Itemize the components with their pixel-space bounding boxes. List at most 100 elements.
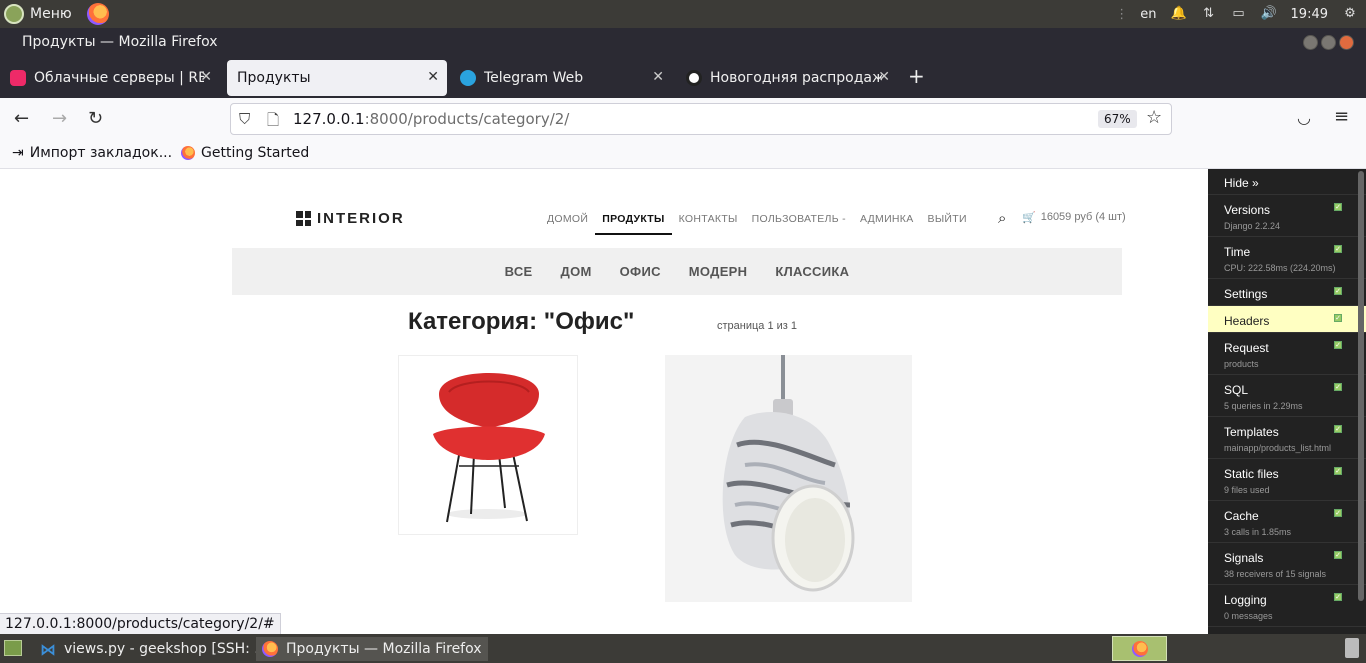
djdt-panel-subtitle: 3 calls in 1.85ms	[1224, 527, 1292, 537]
djdt-panel-title: Cache	[1224, 509, 1259, 523]
minimize-icon[interactable]	[1303, 35, 1318, 50]
category-all[interactable]: ВСЕ	[505, 264, 533, 279]
bookmark-getting-started[interactable]: Getting Started	[181, 145, 309, 161]
ubuntu-logo-icon	[4, 4, 24, 24]
battery-icon[interactable]: ▭	[1231, 7, 1247, 21]
firefox-launcher-icon[interactable]	[87, 3, 109, 25]
bookmarks-toolbar: ⇥ Импорт закладок... Getting Started	[0, 140, 1366, 169]
task-vscode[interactable]: ⋈ views.py - geekshop [SSH: ...	[34, 637, 274, 661]
nav-user[interactable]: ПОЛЬЗОВАТЕЛЬ -	[745, 213, 853, 235]
nav-contacts[interactable]: КОНТАКТЫ	[672, 213, 745, 235]
djdt-panel-title: Templates	[1224, 425, 1279, 439]
djdt-toggle-checkbox[interactable]: ✓	[1334, 287, 1342, 295]
cart-summary[interactable]: 🛒 16059 руб (4 шт)	[1022, 211, 1126, 224]
search-icon[interactable]: ⌕	[998, 209, 1006, 227]
notification-bell-icon[interactable]: 🔔	[1171, 7, 1187, 21]
djdt-panel-headers[interactable]: Headers ✓	[1208, 306, 1366, 333]
djdt-panel-title: Request	[1224, 341, 1269, 355]
product-card-chair[interactable]	[398, 355, 578, 535]
back-arrow-icon[interactable]: ←	[14, 108, 29, 129]
telegram-favicon-icon	[460, 70, 476, 86]
os-menu-button[interactable]: Меню	[4, 3, 72, 25]
djdt-panel-title: SQL	[1224, 383, 1249, 397]
nav-products[interactable]: ПРОДУКТЫ	[595, 213, 672, 235]
django-debug-toolbar: Hide » Versions Django 2.2.24 ✓ Time CPU…	[1208, 169, 1366, 634]
djdt-panel-subtitle: CPU: 222.58ms (224.20ms)	[1224, 263, 1336, 273]
close-tab-icon[interactable]: ✕	[200, 69, 212, 85]
new-tab-icon[interactable]: +	[908, 64, 925, 88]
bookmark-star-icon[interactable]: ☆	[1146, 107, 1162, 128]
djdt-panel-static-files[interactable]: Static files 9 files used ✓	[1208, 459, 1366, 501]
main-nav: ДОМОЙ ПРОДУКТЫ КОНТАКТЫ ПОЛЬЗОВАТЕЛЬ - А…	[540, 213, 974, 235]
bookmark-import[interactable]: ⇥ Импорт закладок...	[12, 145, 172, 161]
window-title: Продукты — Mozilla Firefox	[22, 34, 218, 50]
tracking-shield-icon[interactable]: ⛉	[239, 110, 250, 128]
nav-logout[interactable]: ВЫЙТИ	[921, 213, 974, 235]
djdt-panel-subtitle: 38 receivers of 15 signals	[1224, 569, 1327, 579]
reload-icon[interactable]: ↻	[88, 108, 103, 129]
djdt-toggle-checkbox[interactable]: ✓	[1334, 425, 1342, 433]
status-link-preview: 127.0.0.1:8000/products/category/2/#	[0, 613, 281, 635]
djdt-scrollbar[interactable]	[1358, 171, 1364, 601]
nav-home[interactable]: ДОМОЙ	[540, 213, 595, 235]
djdt-toggle-checkbox[interactable]: ✓	[1334, 467, 1342, 475]
show-desktop-icon[interactable]	[4, 640, 22, 656]
close-tab-icon[interactable]: ✕	[878, 69, 890, 85]
pocket-icon[interactable]: ◡	[1297, 108, 1311, 127]
tab-telegram[interactable]: Telegram Web ✕	[450, 60, 672, 96]
network-icon[interactable]: ⇅	[1201, 7, 1217, 21]
category-home[interactable]: ДОМ	[561, 264, 592, 279]
djdt-toggle-checkbox[interactable]: ✓	[1334, 341, 1342, 349]
djdt-panel-sql[interactable]: SQL 5 queries in 2.29ms ✓	[1208, 375, 1366, 417]
djdt-panel-logging[interactable]: Logging 0 messages ✓	[1208, 585, 1366, 627]
djdt-panel-subtitle: mainapp/products_list.html	[1224, 443, 1332, 453]
djdt-panel-cache[interactable]: Cache 3 calls in 1.85ms ✓	[1208, 501, 1366, 543]
tab-sale[interactable]: Новогодняя распродажа ✕	[676, 60, 898, 96]
settings-gear-icon[interactable]: ⚙	[1342, 7, 1358, 21]
url-text[interactable]: 127.0.0.1:8000/products/category/2/	[293, 110, 569, 128]
forward-arrow-icon[interactable]: →	[52, 108, 67, 129]
djdt-panel-subtitle: 5 queries in 2.29ms	[1224, 401, 1303, 411]
djdt-panel-request[interactable]: Request products ✓	[1208, 333, 1366, 375]
djdt-panel-subtitle: products	[1224, 359, 1259, 369]
tab-products[interactable]: Продукты ✕	[227, 60, 447, 96]
page-info-icon[interactable]: 🗋	[267, 110, 279, 135]
url-bar[interactable]: ⛉ 🗋 127.0.0.1:8000/products/category/2/ …	[230, 103, 1172, 135]
clock[interactable]: 19:49	[1291, 7, 1328, 22]
close-tab-icon[interactable]: ✕	[652, 69, 664, 85]
maximize-icon[interactable]	[1321, 35, 1336, 50]
djdt-panel-signals[interactable]: Signals 38 receivers of 15 signals ✓	[1208, 543, 1366, 585]
djdt-panel-settings[interactable]: Settings ✓	[1208, 279, 1366, 306]
djdt-toggle-checkbox[interactable]: ✓	[1334, 509, 1342, 517]
category-modern[interactable]: МОДЕРН	[689, 264, 748, 279]
close-tab-icon[interactable]: ✕	[427, 69, 439, 85]
url-path: :8000/products/category/2/	[364, 110, 570, 128]
trash-icon[interactable]	[1345, 638, 1359, 658]
site-logo[interactable]: INTERIOR	[296, 210, 405, 227]
djdt-panel-templates[interactable]: Templates mainapp/products_list.html ✓	[1208, 417, 1366, 459]
djdt-toggle-checkbox[interactable]: ✓	[1334, 383, 1342, 391]
nav-admin[interactable]: АДМИНКА	[853, 213, 921, 235]
djdt-panel-title: Headers	[1224, 314, 1270, 328]
product-card-lamp[interactable]	[665, 355, 912, 602]
zoom-indicator[interactable]: 67%	[1098, 110, 1137, 128]
category-classic[interactable]: КЛАССИКА	[775, 264, 849, 279]
category-office[interactable]: ОФИС	[620, 264, 661, 279]
djdt-toggle-checkbox[interactable]: ✓	[1334, 245, 1342, 253]
navigation-toolbar: ← → ↻ ⛉ 🗋 127.0.0.1:8000/products/catego…	[0, 98, 1366, 140]
hamburger-menu-icon[interactable]: ≡	[1334, 106, 1349, 127]
djdt-toggle-checkbox[interactable]: ✓	[1334, 314, 1342, 322]
djdt-toggle-checkbox[interactable]: ✓	[1334, 551, 1342, 559]
close-window-icon[interactable]	[1339, 35, 1354, 50]
keyboard-layout-indicator[interactable]: en	[1140, 7, 1156, 22]
djdt-toggle-checkbox[interactable]: ✓	[1334, 203, 1342, 211]
djdt-toggle-checkbox[interactable]: ✓	[1334, 593, 1342, 601]
volume-icon[interactable]: 🔊	[1261, 7, 1277, 21]
task-firefox[interactable]: Продукты — Mozilla Firefox	[256, 637, 488, 661]
djdt-panel-time[interactable]: Time CPU: 222.58ms (224.20ms) ✓	[1208, 237, 1366, 279]
bookmark-label: Импорт закладок...	[29, 145, 173, 161]
workspace-switcher[interactable]	[1112, 636, 1167, 661]
djdt-panel-versions[interactable]: Versions Django 2.2.24 ✓	[1208, 195, 1366, 237]
tab-reg-ru[interactable]: Облачные серверы | REG.RU ✕	[0, 60, 220, 96]
djdt-hide-button[interactable]: Hide »	[1208, 169, 1366, 195]
